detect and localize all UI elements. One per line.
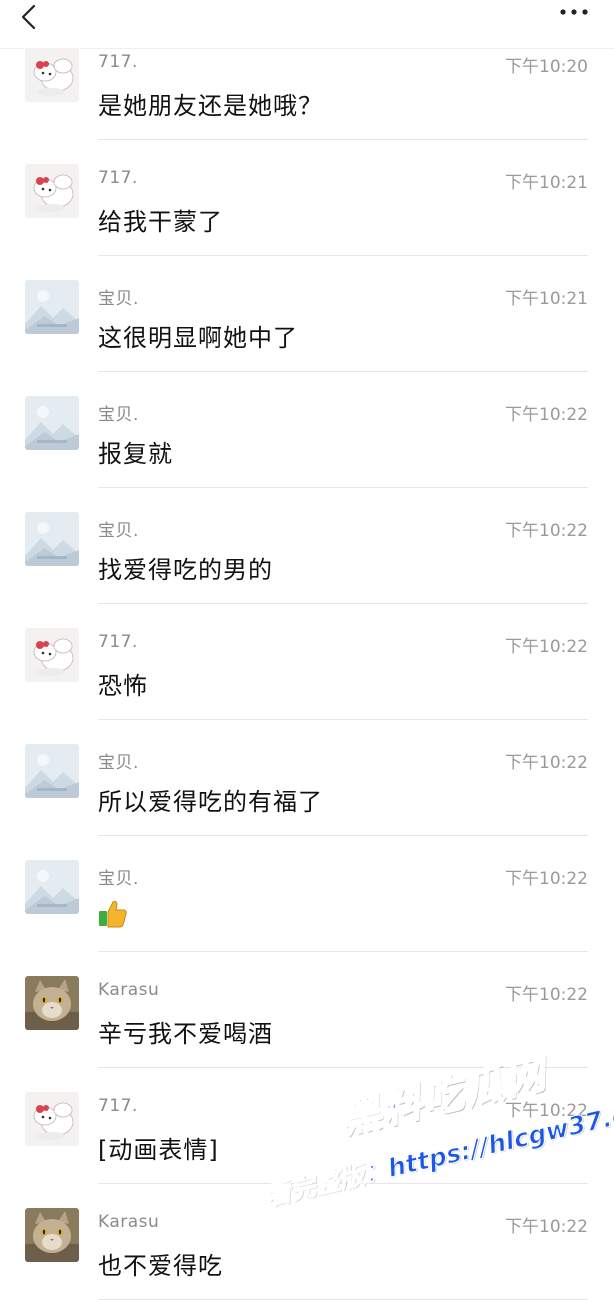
more-button[interactable]	[554, 0, 594, 24]
avatar[interactable]	[25, 744, 79, 798]
avatar[interactable]	[25, 48, 79, 102]
message-time: 下午10:22	[505, 405, 588, 425]
message-text: 也不爱得吃	[98, 1252, 223, 1280]
message-text: [动画表情]	[98, 1136, 219, 1164]
message-item[interactable]: Karasu 下午10:22 也不爱得吃	[0, 1184, 614, 1300]
sender-name: Karasu	[98, 980, 160, 1000]
message-time: 下午10:22	[505, 1217, 588, 1237]
avatar[interactable]	[25, 860, 79, 914]
sender-name: 717.	[98, 168, 138, 188]
avatar[interactable]	[25, 1208, 79, 1262]
emoji-thumbs-up	[98, 898, 128, 928]
message-text: 辛亏我不爱喝酒	[98, 1020, 273, 1048]
message-item[interactable]: 宝贝. 下午10:22 所以爱得吃的有福了	[0, 720, 614, 836]
thumbs-up-icon	[99, 900, 127, 928]
sender-name: 宝贝.	[98, 869, 139, 889]
message-time: 下午10:20	[505, 57, 588, 77]
message-item[interactable]: 717. 下午10:21 给我干蒙了	[0, 140, 614, 256]
message-item[interactable]: 宝贝. 下午10:22 找爱得吃的男的	[0, 488, 614, 604]
message-item[interactable]: 宝贝. 下午10:22	[0, 836, 614, 952]
avatar[interactable]	[25, 1092, 79, 1146]
message-item[interactable]: 宝贝. 下午10:22 报复就	[0, 372, 614, 488]
sender-name: 宝贝.	[98, 289, 139, 309]
avatar[interactable]	[25, 628, 79, 682]
message-item[interactable]: Karasu 下午10:22 辛亏我不爱喝酒	[0, 952, 614, 1068]
more-horizontal-icon	[560, 9, 588, 15]
message-time: 下午10:22	[505, 637, 588, 657]
message-text: 给我干蒙了	[98, 208, 223, 236]
avatar[interactable]	[25, 976, 79, 1030]
avatar[interactable]	[25, 164, 79, 218]
sender-name: 宝贝.	[98, 405, 139, 425]
message-list[interactable]: 717. 下午10:20 是她朋友还是她哦？ 717. 下午10:21 给我干蒙了宝贝. 下…	[0, 24, 614, 1300]
message-time: 下午10:21	[505, 289, 588, 309]
message-text: 所以爱得吃的有福了	[98, 788, 323, 816]
sender-name: 717.	[98, 632, 138, 652]
message-time: 下午10:22	[505, 1101, 588, 1121]
avatar[interactable]	[25, 396, 79, 450]
message-text: 找爱得吃的男的	[98, 556, 273, 584]
message-time: 下午10:22	[505, 753, 588, 773]
sender-name: Karasu	[98, 1212, 160, 1232]
avatar[interactable]	[25, 512, 79, 566]
message-item[interactable]: 717. 下午10:20 是她朋友还是她哦？	[0, 24, 614, 140]
sender-name: 717.	[98, 52, 138, 72]
message-item[interactable]: 717. 下午10:22 [动画表情]	[0, 1068, 614, 1184]
message-text: 这很明显啊她中了	[98, 324, 298, 352]
message-time: 下午10:22	[505, 869, 588, 889]
message-text: 恐怖	[98, 672, 148, 700]
sender-name: 717.	[98, 1096, 138, 1116]
message-time: 下午10:22	[505, 985, 588, 1005]
message-item[interactable]: 717. 下午10:22 恐怖	[0, 604, 614, 720]
message-time: 下午10:22	[505, 521, 588, 541]
message-time: 下午10:21	[505, 173, 588, 193]
message-text: 是她朋友还是她哦？	[98, 92, 323, 120]
message-text: 报复就	[98, 440, 173, 468]
avatar[interactable]	[25, 280, 79, 334]
message-item[interactable]: 宝贝. 下午10:21 这很明显啊她中了	[0, 256, 614, 372]
sender-name: 宝贝.	[98, 753, 139, 773]
sender-name: 宝贝.	[98, 521, 139, 541]
